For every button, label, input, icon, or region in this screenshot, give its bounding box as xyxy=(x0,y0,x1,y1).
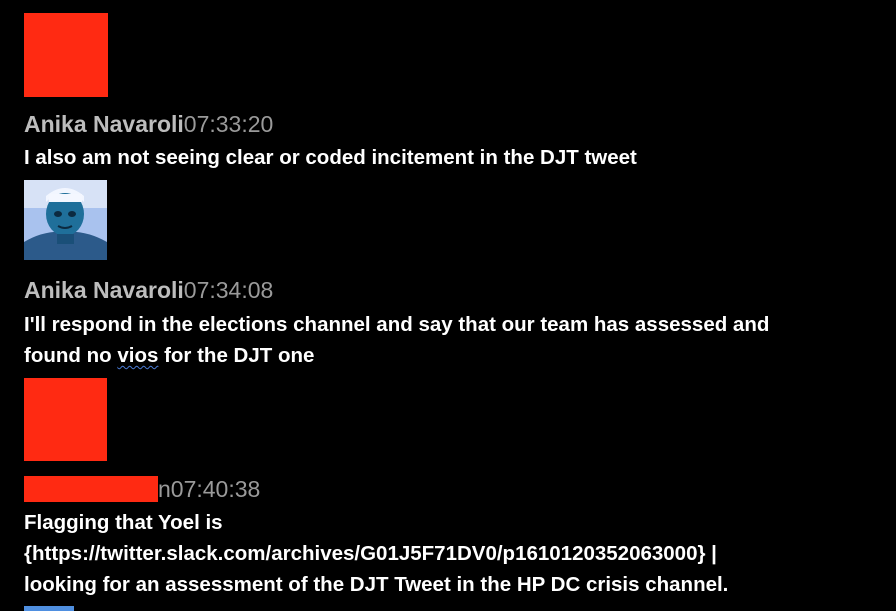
spellcheck-flagged-word: vios xyxy=(117,344,159,367)
message-line: I also am not seeing clear or coded inci… xyxy=(24,146,637,169)
author-name[interactable]: Anika Navaroli xyxy=(24,111,184,137)
message-header: Anika Navaroli07:33:20 xyxy=(24,110,273,138)
message-line: looking for an assessment of the DJT Twe… xyxy=(24,573,729,596)
message-line: I'll respond in the elections channel an… xyxy=(24,313,770,336)
next-item-edge xyxy=(24,606,74,611)
message-text: I'll respond in the elections channel an… xyxy=(24,309,884,371)
avatar-photo-image xyxy=(24,180,107,260)
user-avatar[interactable] xyxy=(24,180,107,260)
message-fragment: for the DJT one xyxy=(158,344,315,367)
slack-export-screenshot: Anika Navaroli07:33:20 I also am not see… xyxy=(0,0,896,611)
timestamp[interactable]: 07:34:08 xyxy=(184,277,274,303)
author-name[interactable]: Anika Navaroli xyxy=(24,277,184,303)
author-name-visible-part: n xyxy=(158,476,171,502)
timestamp[interactable]: 07:40:38 xyxy=(171,476,261,502)
message-header: Anika Navaroli07:34:08 xyxy=(24,276,273,304)
message-fragment: found no xyxy=(24,344,118,367)
redacted-avatar xyxy=(24,378,107,461)
timestamp[interactable]: 07:33:20 xyxy=(184,111,274,137)
message-line: Flagging that Yoel is xyxy=(24,511,223,534)
message-text: Flagging that Yoel is {https://twitter.s… xyxy=(24,507,884,600)
message-text: I also am not seeing clear or coded inci… xyxy=(24,142,884,173)
message-line: {https://twitter.slack.com/archives/G01J… xyxy=(24,542,717,565)
message-line: found no vios for the DJT one xyxy=(24,340,884,371)
message-header: n07:40:38 xyxy=(24,475,260,503)
redacted-author-name xyxy=(24,476,158,502)
redacted-avatar xyxy=(24,13,108,97)
